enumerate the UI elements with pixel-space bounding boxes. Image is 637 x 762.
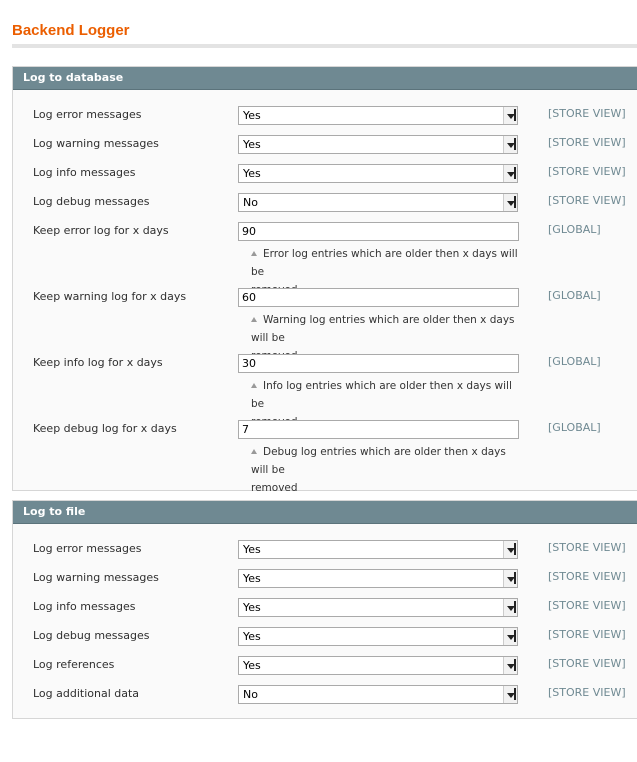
scope-label: [STORE VIEW]: [548, 570, 626, 583]
scope-label: [GLOBAL]: [548, 223, 601, 236]
select-value: Yes: [243, 109, 261, 122]
chevron-down-icon[interactable]: [503, 686, 517, 703]
field-note: Debug log entries which are older then x…: [251, 443, 521, 497]
chevron-down-icon[interactable]: [503, 628, 517, 645]
db-log-error-messages-select[interactable]: Yes: [238, 106, 518, 125]
note-triangle-icon: [251, 317, 257, 322]
select-value: Yes: [243, 543, 261, 556]
field-label: Keep error log for x days: [33, 224, 169, 237]
file-log-references-select[interactable]: Yes: [238, 656, 518, 675]
scope-label: [GLOBAL]: [548, 421, 601, 434]
scope-label: [STORE VIEW]: [548, 657, 626, 670]
keep-info-log-days-input[interactable]: [238, 354, 519, 373]
select-value: Yes: [243, 138, 261, 151]
select-value: Yes: [243, 572, 261, 585]
select-value: Yes: [243, 630, 261, 643]
chevron-down-icon[interactable]: [503, 165, 517, 182]
keep-error-log-days-input[interactable]: [238, 222, 519, 241]
select-value: Yes: [243, 601, 261, 614]
note-triangle-icon: [251, 251, 257, 256]
chevron-down-icon[interactable]: [503, 136, 517, 153]
field-label: Log warning messages: [33, 571, 159, 584]
select-value: No: [243, 196, 258, 209]
section-header-log-to-file[interactable]: Log to file: [13, 501, 637, 524]
select-value: Yes: [243, 167, 261, 180]
file-log-additional-data-select[interactable]: No: [238, 685, 518, 704]
section-log-to-database: Log to database Log error messages Yes […: [12, 66, 637, 494]
file-log-warning-messages-select[interactable]: Yes: [238, 569, 518, 588]
file-log-debug-messages-select[interactable]: Yes: [238, 627, 518, 646]
scope-label: [STORE VIEW]: [548, 165, 626, 178]
scope-label: [STORE VIEW]: [548, 628, 626, 641]
scope-label: [STORE VIEW]: [548, 541, 626, 554]
scope-label: [STORE VIEW]: [548, 107, 626, 120]
scope-label: [STORE VIEW]: [548, 686, 626, 699]
select-value: No: [243, 688, 258, 701]
keep-warning-log-days-input[interactable]: [238, 288, 519, 307]
field-label: Keep info log for x days: [33, 356, 163, 369]
file-log-error-messages-select[interactable]: Yes: [238, 540, 518, 559]
note-text-continued: removed: [251, 482, 298, 494]
note-text: Debug log entries which are older then x…: [251, 446, 506, 476]
scope-label: [STORE VIEW]: [548, 194, 626, 207]
chevron-down-icon[interactable]: [503, 570, 517, 587]
file-log-info-messages-select[interactable]: Yes: [238, 598, 518, 617]
chevron-down-icon[interactable]: [503, 541, 517, 558]
note-text: Error log entries which are older then x…: [251, 248, 518, 278]
chevron-down-icon[interactable]: [503, 107, 517, 124]
chevron-down-icon[interactable]: [503, 657, 517, 674]
chevron-down-icon[interactable]: [503, 194, 517, 211]
field-label: Log error messages: [33, 542, 142, 555]
scope-label: [GLOBAL]: [548, 289, 601, 302]
field-label: Log debug messages: [33, 195, 150, 208]
chevron-down-icon[interactable]: [503, 599, 517, 616]
db-log-info-messages-select[interactable]: Yes: [238, 164, 518, 183]
scope-label: [STORE VIEW]: [548, 136, 626, 149]
field-label: Keep warning log for x days: [33, 290, 187, 303]
field-label: Keep debug log for x days: [33, 422, 177, 435]
db-log-debug-messages-select[interactable]: No: [238, 193, 518, 212]
keep-debug-log-days-input[interactable]: [238, 420, 519, 439]
field-label: Log info messages: [33, 600, 136, 613]
section-header-log-to-database[interactable]: Log to database: [13, 67, 637, 90]
scope-label: [GLOBAL]: [548, 355, 601, 368]
section-log-to-file: Log to file Log error messages Yes [STOR…: [12, 500, 637, 719]
db-log-warning-messages-select[interactable]: Yes: [238, 135, 518, 154]
select-value: Yes: [243, 659, 261, 672]
note-text: Warning log entries which are older then…: [251, 314, 515, 344]
field-label: Log error messages: [33, 108, 142, 121]
field-label: Log info messages: [33, 166, 136, 179]
field-label: Log debug messages: [33, 629, 150, 642]
note-triangle-icon: [251, 383, 257, 388]
field-label: Log additional data: [33, 687, 140, 700]
scope-label: [STORE VIEW]: [548, 599, 626, 612]
page-title: Backend Logger: [12, 22, 130, 39]
title-divider: [12, 44, 637, 48]
note-triangle-icon: [251, 449, 257, 454]
field-label: Log warning messages: [33, 137, 159, 150]
field-label: Log references: [33, 658, 115, 671]
note-text: Info log entries which are older then x …: [251, 380, 512, 410]
